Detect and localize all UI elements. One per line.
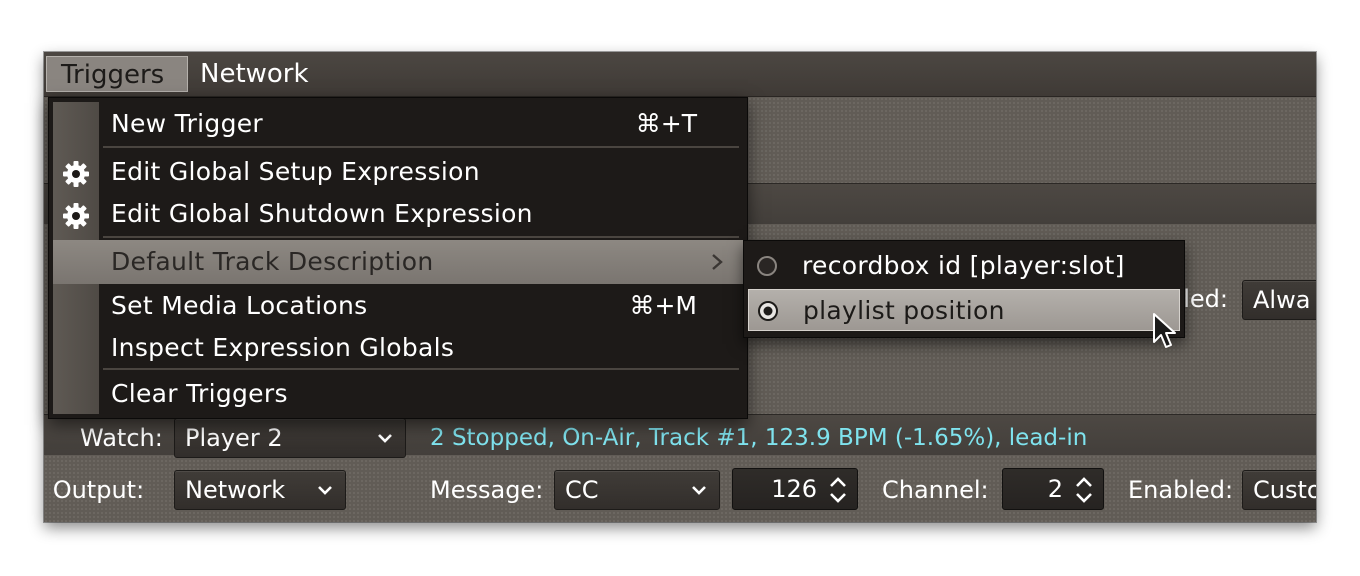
mouse-cursor-icon xyxy=(1153,313,1176,348)
menu-separator xyxy=(103,236,739,238)
menu-item-label: Default Track Description xyxy=(111,247,434,276)
gear-icon xyxy=(63,203,89,229)
triggers-menu: New Trigger ⌘+T Edit Global Setup Expres… xyxy=(48,97,748,419)
menu-bar: Triggers Network xyxy=(44,52,1316,97)
menu-separator xyxy=(103,146,739,148)
menu-item-edit-global-setup[interactable]: Edit Global Setup Expression xyxy=(53,150,743,194)
menu-triggers[interactable]: Triggers xyxy=(46,56,188,92)
menu-network[interactable]: Network xyxy=(186,56,323,92)
output-combo-value: Network xyxy=(185,476,286,504)
radio-selected-icon xyxy=(758,301,778,321)
menu-separator xyxy=(103,368,739,370)
chevron-down-icon xyxy=(378,434,392,443)
submenu-item-label: playlist position xyxy=(803,296,1005,325)
menu-item-set-media-locations[interactable]: Set Media Locations ⌘+M xyxy=(53,284,743,328)
chevron-right-icon xyxy=(712,254,723,270)
menu-item-shortcut: ⌘+T xyxy=(635,109,697,138)
enabled-combo-value: Alwa xyxy=(1253,286,1311,314)
menu-item-edit-global-shutdown[interactable]: Edit Global Shutdown Expression xyxy=(53,192,743,236)
watch-combo[interactable]: Player 2 xyxy=(174,418,406,458)
channel-label: Channel: xyxy=(882,476,989,504)
chevron-down-icon xyxy=(318,486,332,495)
message-combo[interactable]: CC xyxy=(554,470,720,510)
menu-item-clear-triggers[interactable]: Clear Triggers xyxy=(53,372,743,416)
output-label: I Output: xyxy=(44,476,145,504)
channel-value: 2 xyxy=(1047,475,1063,503)
chevron-down-icon xyxy=(692,486,706,495)
menu-item-inspect-expression-globals[interactable]: Inspect Expression Globals xyxy=(53,326,743,370)
spinner-arrows-icon[interactable] xyxy=(827,475,849,505)
menu-item-new-trigger[interactable]: New Trigger ⌘+T xyxy=(53,102,743,146)
menu-item-label: New Trigger xyxy=(111,109,263,138)
spinner-arrows-icon[interactable] xyxy=(1073,475,1095,505)
message-label: Message: xyxy=(430,476,544,504)
menu-item-default-track-description[interactable]: Default Track Description xyxy=(53,240,743,284)
channel-spinner[interactable]: 2 xyxy=(1002,468,1104,510)
submenu-item-playlist-position[interactable]: playlist position xyxy=(748,289,1180,331)
menu-item-label: Clear Triggers xyxy=(111,379,288,408)
menu-item-label: Inspect Expression Globals xyxy=(111,333,455,362)
default-track-description-submenu: recordbox id [player:slot] playlist posi… xyxy=(743,240,1185,338)
menu-item-label: Edit Global Setup Expression xyxy=(111,157,480,186)
enabled-combo[interactable]: Custo xyxy=(1242,470,1316,510)
message-number-spinner[interactable]: 126 xyxy=(732,468,858,510)
player-status: 2 Stopped, On-Air, Track #1, 123.9 BPM (… xyxy=(430,425,1088,451)
message-combo-value: CC xyxy=(565,476,599,504)
enabled-combo-value: Custo xyxy=(1253,476,1316,504)
menu-item-label: Set Media Locations xyxy=(111,291,368,320)
submenu-item-label: recordbox id [player:slot] xyxy=(802,251,1125,280)
menu-item-shortcut: ⌘+M xyxy=(629,291,697,320)
watch-label: Watch: xyxy=(80,424,163,452)
output-combo[interactable]: Network xyxy=(174,470,346,510)
submenu-item-recordbox-id[interactable]: recordbox id [player:slot] xyxy=(748,245,1180,287)
menu-item-label: Edit Global Shutdown Expression xyxy=(111,199,533,228)
enabled-combo-partial[interactable]: Alwa xyxy=(1242,280,1316,320)
gear-icon xyxy=(63,161,89,187)
watch-combo-value: Player 2 xyxy=(185,424,283,452)
radio-unselected-icon xyxy=(757,256,777,276)
enabled-label: Enabled: xyxy=(1128,476,1234,504)
message-number-value: 126 xyxy=(771,475,817,503)
